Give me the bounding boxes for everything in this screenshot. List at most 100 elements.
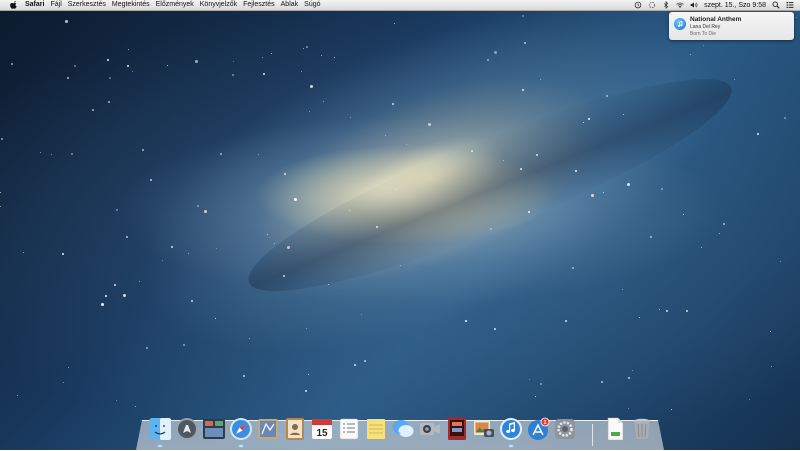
star	[536, 154, 538, 156]
launchpad-icon	[176, 418, 198, 440]
bluetooth-icon[interactable]	[662, 1, 670, 9]
dock-item-itunes[interactable]	[499, 417, 523, 447]
star	[632, 370, 633, 371]
star	[701, 247, 702, 248]
star	[68, 367, 69, 368]
star	[796, 17, 797, 18]
star	[308, 374, 309, 375]
star	[601, 381, 603, 383]
star	[394, 23, 395, 24]
menu-app-name[interactable]: Safari	[25, 0, 44, 10]
timemachine-icon[interactable]	[634, 1, 642, 9]
star	[220, 153, 222, 155]
star	[520, 168, 522, 170]
dock-item-calendar[interactable]: 15	[310, 417, 334, 441]
finder-icon	[149, 418, 171, 440]
star	[528, 211, 530, 213]
spotlight-search-icon[interactable]	[772, 1, 780, 9]
notification-title: National Anthem	[690, 16, 742, 23]
spinner-icon[interactable]	[648, 1, 656, 9]
star	[62, 253, 64, 255]
notification-body: Born To Die	[690, 31, 717, 37]
star	[354, 364, 356, 366]
dock-item-iphoto[interactable]	[472, 417, 496, 441]
star	[588, 118, 590, 120]
star	[310, 85, 313, 88]
dock-item-mission-control[interactable]	[202, 417, 226, 441]
calendar-icon: 15	[312, 419, 332, 439]
dock-item-finder[interactable]	[148, 417, 172, 447]
dock-item-document[interactable]	[603, 417, 627, 441]
menubar-clock[interactable]: szept. 15., Szo 9:58	[704, 2, 766, 9]
calendar-date: 15	[316, 428, 328, 439]
star	[540, 383, 542, 385]
star	[376, 226, 378, 228]
dock-item-app-store[interactable]: 1	[526, 417, 550, 441]
star	[503, 160, 504, 161]
dock-item-launchpad[interactable]	[175, 417, 199, 441]
star	[71, 153, 73, 155]
star	[233, 61, 234, 62]
menu-history[interactable]: Előzmények	[156, 0, 194, 10]
star	[575, 170, 577, 172]
star	[258, 154, 259, 155]
dock-item-contacts[interactable]	[283, 417, 307, 441]
menu-develop[interactable]: Fejlesztés	[243, 0, 275, 10]
photo-booth-icon	[448, 418, 466, 440]
notification-banner[interactable]: National Anthem Lana Del Rey Born To Die	[669, 12, 794, 40]
running-indicator	[239, 445, 243, 447]
dock-item-trash[interactable]	[630, 417, 654, 441]
dock-item-photo-booth[interactable]	[445, 417, 469, 441]
star	[522, 89, 524, 91]
star	[146, 347, 148, 349]
dock-item-facetime[interactable]	[418, 417, 442, 441]
star	[350, 117, 351, 118]
star	[249, 338, 250, 339]
star	[661, 188, 663, 190]
star	[583, 122, 584, 123]
star	[385, 135, 386, 136]
star	[263, 73, 265, 75]
dock-item-safari[interactable]	[229, 417, 253, 447]
dock-item-system-preferences[interactable]	[553, 417, 577, 441]
star	[23, 252, 24, 253]
star	[591, 194, 594, 197]
apple-icon[interactable]	[9, 1, 18, 10]
star	[734, 79, 735, 80]
star	[284, 173, 286, 175]
star	[65, 20, 68, 23]
menu-window[interactable]: Ablak	[281, 0, 299, 10]
volume-icon[interactable]	[690, 1, 698, 9]
reminders-icon	[339, 418, 359, 440]
star	[167, 65, 168, 66]
menu-bookmarks[interactable]: Könyvjelzők	[200, 0, 237, 10]
star	[540, 79, 541, 80]
star	[686, 310, 688, 312]
dock: 15 1	[136, 414, 664, 447]
star	[306, 46, 308, 48]
star	[1, 138, 3, 140]
star	[11, 63, 13, 65]
star	[627, 183, 630, 186]
star	[606, 95, 608, 97]
menu-view[interactable]: Megtekintés	[112, 0, 150, 10]
dock-item-messages[interactable]	[391, 417, 415, 441]
status-area: szept. 15., Szo 9:58	[631, 0, 800, 10]
safari-icon	[230, 418, 252, 440]
notification-center-icon[interactable]	[786, 1, 794, 9]
star	[757, 133, 759, 135]
wifi-icon[interactable]	[676, 1, 684, 9]
star	[305, 390, 307, 392]
menu-edit[interactable]: Szerkesztés	[68, 0, 106, 10]
star	[529, 379, 530, 380]
menu-file[interactable]: Fájl	[50, 0, 61, 10]
dock-item-reminders[interactable]	[337, 417, 361, 441]
star	[123, 294, 126, 297]
dock-item-notes[interactable]	[364, 417, 388, 441]
star	[535, 396, 536, 397]
star	[671, 409, 672, 410]
dock-item-mail[interactable]	[256, 417, 280, 441]
menu-help[interactable]: Súgó	[304, 0, 320, 10]
star	[650, 236, 652, 238]
star	[703, 45, 704, 46]
